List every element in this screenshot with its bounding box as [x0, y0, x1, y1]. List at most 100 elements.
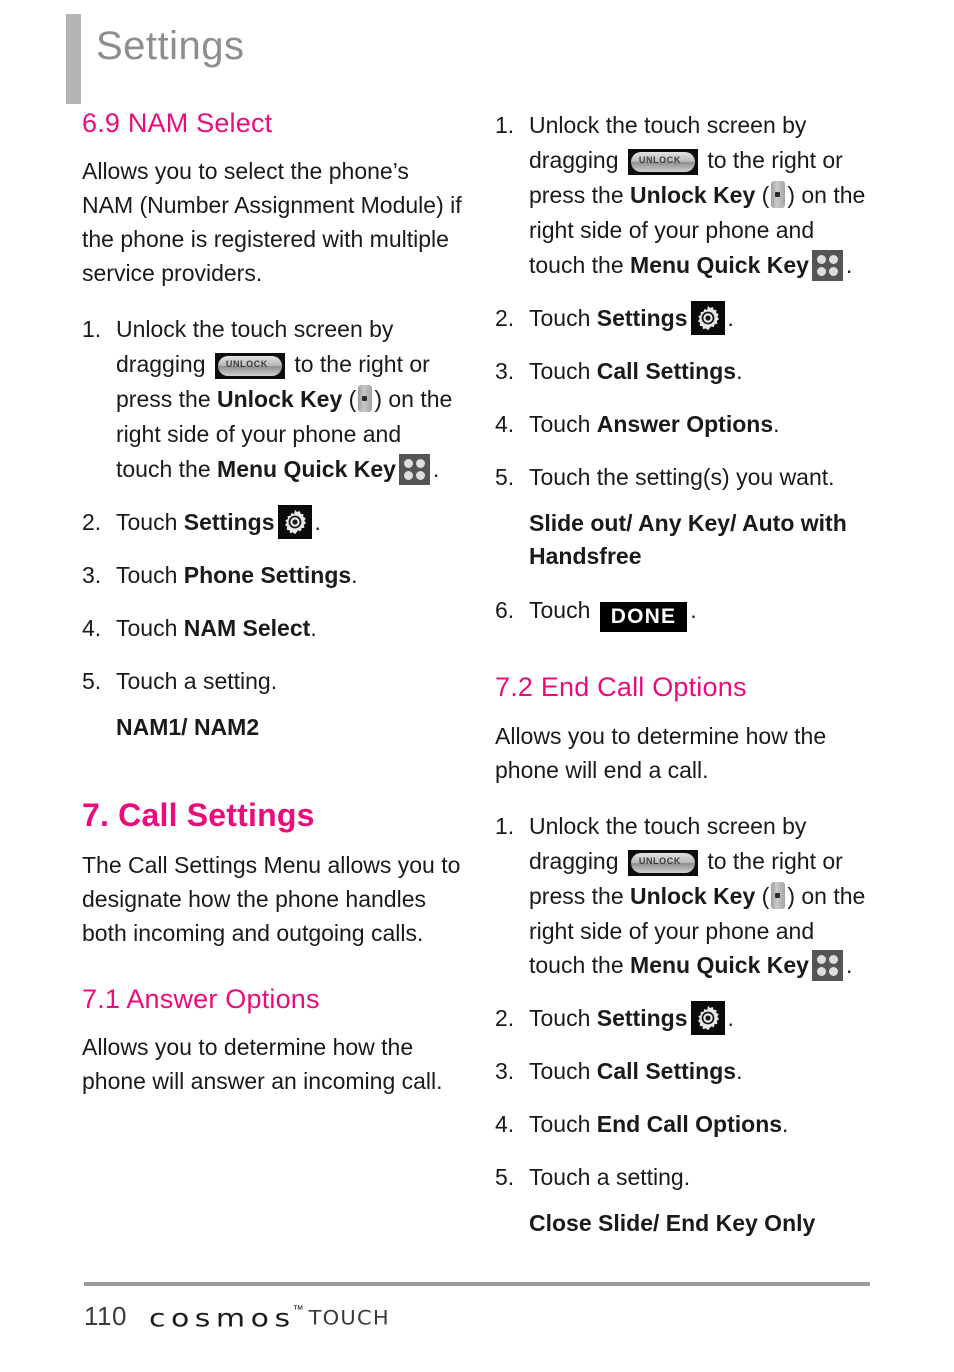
page-number: 110 [84, 1301, 127, 1331]
step-number: 1. [495, 112, 515, 138]
unlock-slider-icon: UNLOCK [627, 148, 698, 175]
step-text: . [845, 251, 853, 278]
chapter-intro-call-settings: The Call Settings Menu allows you to des… [82, 852, 461, 947]
trademark-symbol: ™ [292, 1304, 304, 1316]
step-text: Touch [116, 562, 178, 589]
brand-logo: cosmos ™ TOUCH [149, 1298, 390, 1333]
step-item: 2. Touch Settings. [82, 505, 462, 540]
step-text: Touch [529, 357, 591, 384]
product-name: TOUCH [308, 1306, 390, 1330]
step-bold-menu-quick-key: Menu Quick Key [217, 456, 396, 483]
step-text: Touch [529, 410, 591, 437]
step-text: . [727, 304, 734, 331]
section-intro-nam-select: Allows you to select the phone’s NAM (Nu… [82, 158, 462, 287]
step-text: . [314, 509, 321, 536]
step-text: . [310, 615, 317, 642]
header-accent-bar [66, 14, 81, 104]
step-text: Touch [529, 597, 591, 624]
step-item: 3. Touch Call Settings. [495, 1054, 875, 1089]
step-bold-end-call-options: End Call Options [596, 1111, 783, 1138]
step-item: 4. Touch NAM Select. [82, 611, 462, 646]
step-text: . [845, 952, 853, 979]
footer-divider [84, 1282, 870, 1286]
unlock-slider-icon: UNLOCK [627, 849, 698, 876]
step-text: . [351, 562, 358, 589]
step-bold-call-settings: Call Settings [596, 357, 737, 384]
step-bold-nam-select: NAM Select [183, 615, 311, 642]
settings-gear-icon [690, 300, 725, 335]
footer-content: 110 cosmos ™ TOUCH [84, 1298, 390, 1333]
step-text: . [736, 1058, 743, 1085]
step-number: 6. [495, 597, 515, 624]
step-text: Touch [529, 304, 591, 331]
step-bold-settings: Settings [596, 304, 688, 331]
step-text: Touch [116, 615, 178, 642]
steps-list-answer-options-done: 6. Touch DONE. [495, 593, 875, 633]
section-heading-end-call-options: 7.2 End Call Options [495, 672, 747, 703]
step-text: ( [348, 386, 357, 413]
step-text: Touch a setting. [529, 1164, 691, 1191]
step-text: . [727, 1005, 734, 1032]
menu-quick-key-icon [811, 950, 843, 982]
done-button[interactable]: DONE [599, 602, 688, 633]
step-number: 4. [495, 410, 515, 437]
step-item: 2. Touch Settings. [495, 1001, 875, 1036]
step-bold-settings: Settings [596, 1005, 688, 1032]
step-number: 4. [82, 615, 102, 642]
step-text: ( [761, 181, 770, 208]
step-number: 2. [495, 1005, 515, 1032]
step-item: 3. Touch Call Settings. [495, 354, 875, 389]
menu-quick-key-icon [398, 454, 430, 486]
step-text: . [773, 410, 780, 437]
step-number: 2. [495, 304, 515, 331]
step-text: Touch [529, 1005, 591, 1032]
step-text: Touch [116, 509, 178, 536]
step-bold-unlock-key: Unlock Key [630, 181, 756, 208]
answer-options-values: Slide out/ Any Key/ Auto with Handsfree [529, 509, 847, 569]
step-item: 5. Touch a setting. [82, 664, 462, 699]
section-heading-nam-select: 6.9 NAM Select [82, 108, 273, 138]
step-bold-settings: Settings [183, 509, 275, 536]
step-number: 5. [82, 667, 102, 694]
step-number: 3. [495, 357, 515, 384]
step-bold-unlock-key: Unlock Key [630, 882, 756, 909]
step-item: 5. Touch a setting. [495, 1160, 875, 1195]
unlock-slider-label: UNLOCK [638, 154, 681, 165]
left-column: 6.9 NAM Select Allows you to select the … [82, 108, 462, 1121]
section-intro-end-call-options: Allows you to determine how the phone wi… [495, 722, 827, 783]
step-text: ( [761, 882, 770, 909]
step-text: . [690, 597, 697, 624]
step-text: Touch [529, 1111, 591, 1138]
settings-gear-icon [277, 505, 312, 540]
step-item: 5. Touch the setting(s) you want. [495, 460, 875, 495]
step-item: 4. Touch End Call Options. [495, 1107, 875, 1142]
step-bold-answer-options: Answer Options [596, 410, 774, 437]
step-bold-unlock-key: Unlock Key [217, 386, 343, 413]
step-number: 4. [495, 1111, 515, 1138]
brand-logo-text: cosmos [148, 1304, 296, 1333]
step-item: 1. Unlock the touch screen by dragging UN… [82, 312, 462, 487]
section-heading-answer-options: 7.1 Answer Options [82, 984, 320, 1015]
step-bold-phone-settings: Phone Settings [183, 562, 352, 589]
step-bold-call-settings: Call Settings [596, 1058, 737, 1085]
nam-select-options: NAM1/ NAM2 [116, 713, 260, 740]
step-item: 6. Touch DONE. [495, 593, 875, 633]
page-title: Settings [96, 24, 245, 68]
unlock-side-key-icon [771, 881, 786, 909]
chapter-heading-call-settings: 7. Call Settings [82, 797, 315, 834]
unlock-side-key-icon [358, 385, 373, 413]
step-number: 2. [82, 509, 102, 536]
step-number: 5. [495, 463, 515, 490]
step-bold-menu-quick-key: Menu Quick Key [630, 952, 809, 979]
step-text: . [736, 357, 743, 384]
unlock-side-key-icon [771, 180, 786, 208]
step-number: 3. [82, 562, 102, 589]
steps-list-end-call-options: 1. Unlock the touch screen by dragging UN… [495, 809, 875, 1196]
step-item: 3. Touch Phone Settings. [82, 558, 462, 593]
step-text: . [782, 1111, 789, 1138]
step-item: 4. Touch Answer Options. [495, 407, 875, 442]
step-number: 1. [495, 812, 515, 839]
steps-list-nam-select: 1. Unlock the touch screen by dragging UN… [82, 312, 462, 699]
unlock-slider-label: UNLOCK [225, 359, 268, 370]
